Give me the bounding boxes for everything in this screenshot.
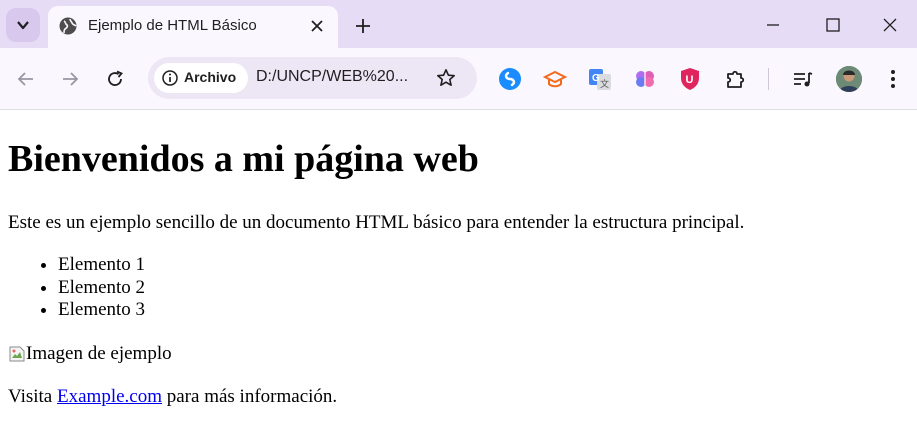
star-icon <box>437 69 455 86</box>
list-item: Elemento 3 <box>58 299 145 322</box>
site-info-chip[interactable]: Archivo <box>154 63 248 93</box>
visit-suffix: para más información. <box>162 386 338 407</box>
example-link[interactable]: Example.com <box>57 386 162 407</box>
reload-icon <box>108 70 123 86</box>
minimize-button[interactable] <box>753 8 793 42</box>
close-icon <box>883 18 897 32</box>
url-text[interactable]: D:/UNCP/WEB%20... <box>256 68 408 86</box>
page-content: Bienvenidos a mi página web Este es un e… <box>0 110 917 438</box>
maximize-icon <box>826 18 840 32</box>
brain-icon <box>636 71 654 87</box>
address-bar[interactable]: Archivo D:/UNCP/WEB%20... <box>148 57 477 99</box>
bookmark-button[interactable] <box>434 66 458 90</box>
minimize-icon <box>767 24 779 26</box>
more-vert-icon <box>891 70 895 88</box>
maximize-button[interactable] <box>813 8 853 42</box>
avatar-icon <box>836 66 862 92</box>
tab-active[interactable]: Ejemplo de HTML Básico <box>48 6 338 48</box>
extensions-button[interactable] <box>723 66 749 92</box>
arrow-right-icon <box>63 72 79 86</box>
example-image: Imagen de ejemplo <box>8 343 172 365</box>
toolbar: Archivo D:/UNCP/WEB%20... G文 U <box>0 48 917 110</box>
intro-paragraph: Este es un ejemplo sencillo de un docume… <box>8 212 745 233</box>
info-icon <box>162 70 178 86</box>
menu-button[interactable] <box>880 66 906 92</box>
tab-strip: Ejemplo de HTML Básico <box>0 0 917 48</box>
broken-image-icon <box>9 346 25 362</box>
extension-tutor[interactable] <box>542 66 568 92</box>
list-item: Elemento 1 <box>58 254 145 277</box>
svg-text:文: 文 <box>600 78 609 89</box>
new-tab-button[interactable] <box>350 13 376 39</box>
media-queue-icon <box>794 72 813 87</box>
tab-title: Ejemplo de HTML Básico <box>88 17 257 34</box>
extension-brain[interactable] <box>632 66 658 92</box>
shield-u-icon: U <box>681 68 699 90</box>
tab-close-button[interactable] <box>306 15 328 37</box>
shazam-icon <box>499 68 521 90</box>
extension-shield[interactable]: U <box>677 66 703 92</box>
svg-text:U: U <box>686 74 694 86</box>
browser-window: Ejemplo de HTML Básico Archivo D:/UNCP/W… <box>0 0 917 438</box>
item-list: Elemento 1 Elemento 2 Elemento 3 <box>0 254 145 322</box>
arrow-left-icon <box>17 72 33 86</box>
close-icon <box>311 20 323 32</box>
chevron-down-icon <box>17 21 29 30</box>
translate-icon: G文 <box>589 69 611 90</box>
reload-button[interactable] <box>99 63 131 95</box>
tab-search-button[interactable] <box>6 8 40 42</box>
page-heading: Bienvenidos a mi página web <box>8 138 479 180</box>
list-item: Elemento 2 <box>58 277 145 300</box>
toolbar-separator <box>768 68 769 90</box>
window-close-button[interactable] <box>870 8 910 42</box>
plus-icon <box>356 19 370 33</box>
svg-text:G: G <box>592 73 600 84</box>
site-info-label: Archivo <box>184 69 237 85</box>
forward-button[interactable] <box>54 63 86 95</box>
puzzle-icon <box>727 70 745 88</box>
profile-avatar[interactable] <box>836 66 862 92</box>
visit-prefix: Visita <box>8 386 57 407</box>
visit-paragraph: Visita Example.com para más información. <box>8 386 337 408</box>
media-control-button[interactable] <box>790 66 816 92</box>
image-alt-text: Imagen de ejemplo <box>26 343 172 364</box>
globe-icon <box>59 17 77 35</box>
extension-shazam[interactable] <box>497 66 523 92</box>
tutor-icon <box>543 70 567 88</box>
back-button[interactable] <box>10 63 42 95</box>
extension-translate[interactable]: G文 <box>587 66 613 92</box>
